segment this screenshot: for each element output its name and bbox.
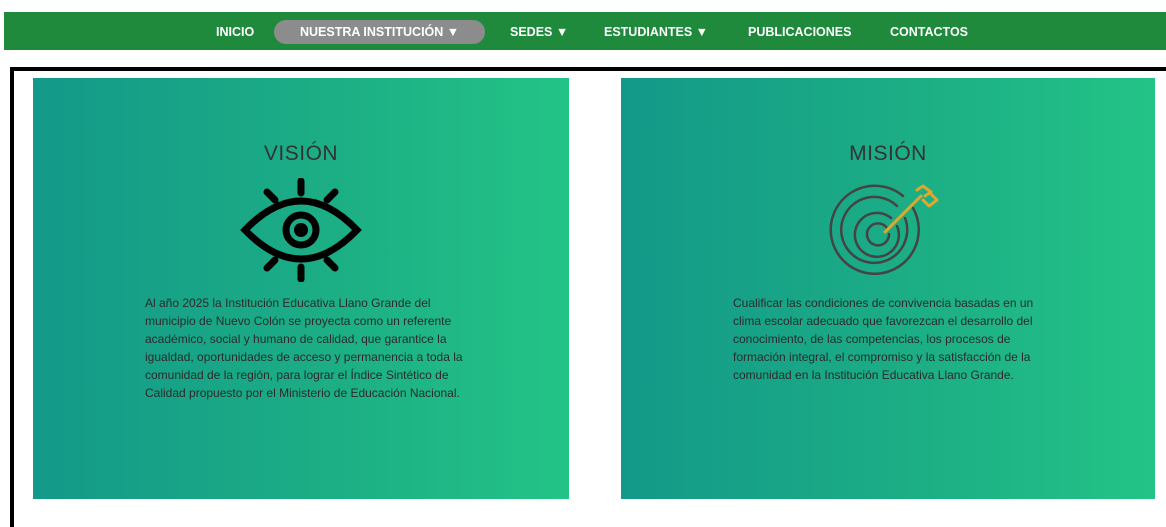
mision-text: Cualificar las condiciones de convivenci…	[733, 296, 1034, 382]
nav-item-inicio[interactable]: INICIO	[216, 21, 254, 43]
vision-title: VISIÓN	[263, 142, 339, 165]
nav-item-sedes[interactable]: SEDES ▼	[510, 21, 568, 43]
nav-item-contactos[interactable]: CONTACTOS	[890, 21, 968, 43]
nav-item-publicaciones[interactable]: PUBLICACIONES	[748, 21, 851, 43]
vision-text: Al año 2025 la Institución Educativa Lla…	[145, 296, 463, 400]
nav-item-nuestra-institucion[interactable]: NUESTRA INSTITUCIÓN ▼	[274, 20, 486, 44]
nav-item-estudiantes[interactable]: ESTUDIANTES ▼	[604, 21, 708, 43]
mision-title: MISIÓN	[849, 142, 927, 165]
main-nav: INICIO NUESTRA INSTITUCIÓN ▼ SEDES ▼ EST…	[4, 12, 1166, 50]
top-navbar: INICIO NUESTRA INSTITUCIÓN ▼ SEDES ▼ EST…	[4, 12, 1166, 50]
eye-icon	[240, 178, 362, 282]
vision-card: VISIÓN Al año 2025 la Institución Educat…	[33, 78, 569, 499]
mision-card: MISIÓN Cualificar las condiciones de con…	[621, 78, 1155, 499]
target-arrow-icon	[829, 184, 939, 275]
